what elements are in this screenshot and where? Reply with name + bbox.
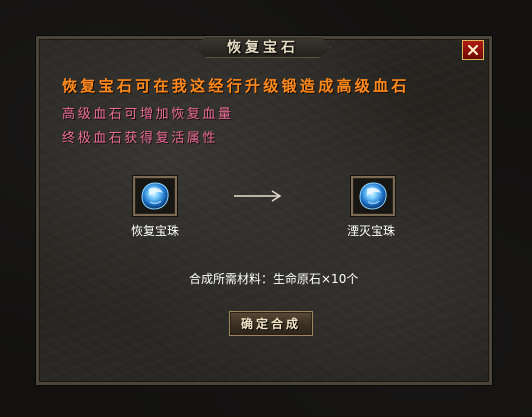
description-line-3: 终极血石获得复活属性 <box>62 131 219 146</box>
target-item-slot[interactable] <box>351 176 395 216</box>
source-item-label: 恢复宝珠 <box>131 224 180 238</box>
close-button[interactable] <box>462 40 484 60</box>
dialog-title-plate: 恢复宝石 <box>195 36 331 58</box>
description-headline: 恢复宝石可在我这经行升级锻造成高级血石 <box>62 77 410 95</box>
dialog-title: 恢复宝石 <box>227 40 299 56</box>
description-line-2: 高级血石可增加恢复血量 <box>62 107 234 122</box>
source-item-slot[interactable] <box>133 176 177 216</box>
blue-gem-icon <box>359 182 387 210</box>
right-arrow-icon <box>234 190 282 202</box>
target-item-label: 湮灭宝珠 <box>347 224 396 238</box>
required-materials-text: 合成所需材料：生命原石×10个 <box>189 272 359 286</box>
blue-gem-icon <box>141 182 169 210</box>
confirm-synthesis-button[interactable]: 确定合成 <box>229 311 313 336</box>
close-icon <box>467 44 479 56</box>
